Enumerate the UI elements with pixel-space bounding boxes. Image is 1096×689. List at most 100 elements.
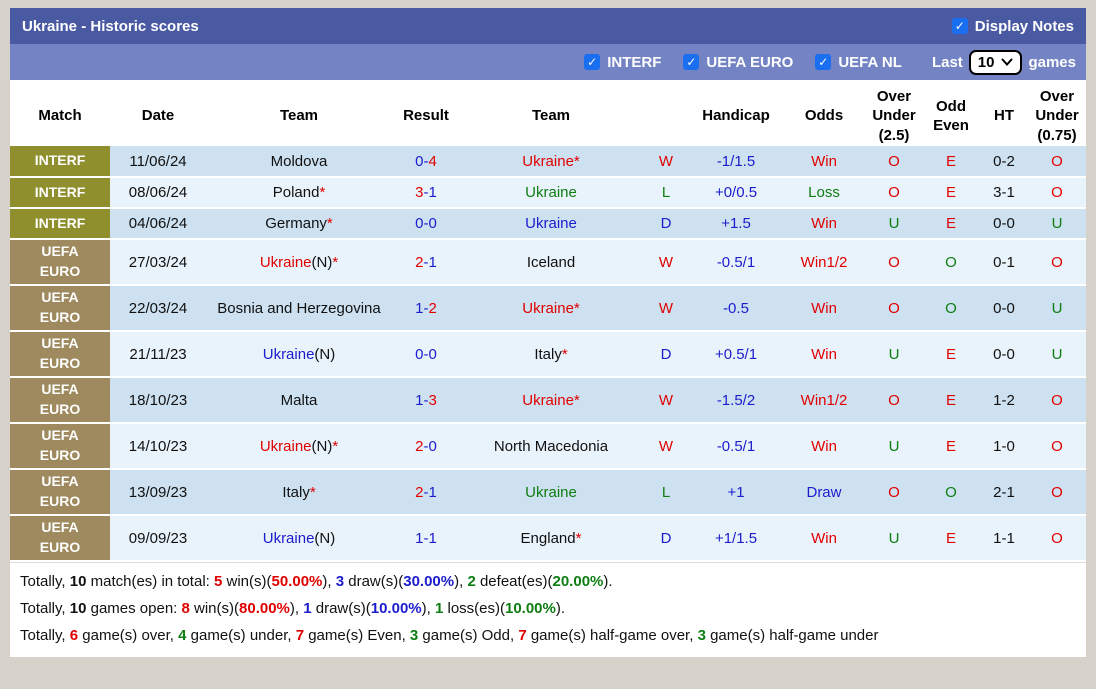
filter-checkbox-uefa-nl[interactable]: ✓ UEFA NL — [815, 54, 902, 71]
odd-even-cell: E — [922, 177, 980, 209]
handicap-cell: -0.5 — [690, 285, 782, 332]
result-cell: 2-1 — [392, 239, 460, 286]
summary-line-2: Totally, 10 games open: 8 win(s)(80.00%)… — [20, 600, 566, 617]
column-header-ht: HT — [980, 86, 1028, 146]
date-cell: 11/06/24 — [110, 146, 206, 178]
date-cell: 08/06/24 — [110, 177, 206, 209]
column-header-match: Match — [10, 86, 110, 146]
match-league-cell: INTERF — [10, 208, 110, 240]
odds-cell: Win — [782, 423, 866, 470]
result-cell: 1-1 — [392, 515, 460, 562]
away-team-cell: Ukraine* — [460, 146, 642, 178]
handicap-cell: -0.5/1 — [690, 423, 782, 470]
over-under-2.5-cell: U — [866, 515, 922, 562]
over-under-0.75-cell: O — [1028, 146, 1086, 178]
games-label: games — [1028, 53, 1076, 71]
filter-checkbox-interf[interactable]: ✓ INTERF — [584, 54, 661, 71]
over-under-0.75-cell: O — [1028, 469, 1086, 516]
display-notes-label: Display Notes — [974, 17, 1074, 35]
ht-cell: 0-2 — [980, 146, 1028, 178]
date-cell: 04/06/24 — [110, 208, 206, 240]
result-cell: 1-2 — [392, 285, 460, 332]
home-team-cell: Bosnia and Herzegovina — [206, 285, 392, 332]
away-team-cell: Ukraine — [460, 177, 642, 209]
over-under-0.75-cell: O — [1028, 239, 1086, 286]
over-under-2.5-cell: O — [866, 285, 922, 332]
match-league-cell: UEFA EURO — [10, 239, 110, 286]
over-under-0.75-cell: U — [1028, 208, 1086, 240]
over-under-2.5-cell: O — [866, 469, 922, 516]
filter-checkbox-uefa-euro[interactable]: ✓ UEFA EURO — [683, 54, 793, 71]
away-team-cell: Ukraine* — [460, 285, 642, 332]
match-league-cell: UEFA EURO — [10, 469, 110, 516]
last-games-select[interactable]: 10 — [968, 49, 1023, 75]
ht-cell: 1-2 — [980, 377, 1028, 424]
home-team-cell: Moldova — [206, 146, 392, 178]
away-team-cell: Ukraine — [460, 469, 642, 516]
home-team-cell: Ukraine(N)* — [206, 423, 392, 470]
title-bar: Ukraine - Historic scores ✓ Display Note… — [10, 8, 1086, 44]
odds-cell: Win1/2 — [782, 239, 866, 286]
wld-cell: L — [642, 469, 690, 516]
table-row: UEFA EURO 18/10/23 Malta 1-3 Ukraine* W -1.5/2 W… — [10, 377, 1086, 424]
over-under-0.75-cell: O — [1028, 515, 1086, 562]
table-header-row: Match Date Team Result Team Handicap Odds Over … — [10, 86, 1086, 146]
column-header-team: Team — [206, 86, 392, 146]
checkbox-checked-icon[interactable]: ✓ — [815, 54, 832, 70]
over-under-0.75-cell: O — [1028, 177, 1086, 209]
ht-cell: 2-1 — [980, 469, 1028, 516]
over-under-2.5-cell: O — [866, 177, 922, 209]
ht-cell: 1-1 — [980, 515, 1028, 562]
league-filters: ✓ INTERF ✓ UEFA EURO ✓ UEFA NL — [584, 54, 902, 71]
ht-cell: 3-1 — [980, 177, 1028, 209]
table-area: Match Date Team Result Team Handicap Odds Over … — [10, 80, 1086, 657]
checkbox-checked-icon[interactable]: ✓ — [584, 54, 601, 70]
away-team-cell: Iceland — [460, 239, 642, 286]
handicap-cell: +1 — [690, 469, 782, 516]
result-cell: 3-1 — [392, 177, 460, 209]
handicap-cell: +1/1.5 — [690, 515, 782, 562]
wld-cell: W — [642, 377, 690, 424]
handicap-cell: +0/0.5 — [690, 177, 782, 209]
over-under-2.5-cell: U — [866, 208, 922, 240]
result-cell: 0-0 — [392, 331, 460, 378]
column-header-over-under-2.5-: Over Under (2.5) — [866, 86, 922, 146]
over-under-0.75-cell: U — [1028, 331, 1086, 378]
result-cell: 2-0 — [392, 423, 460, 470]
filter-label: UEFA NL — [838, 53, 902, 71]
ht-cell: 0-0 — [980, 208, 1028, 240]
odd-even-cell: O — [922, 285, 980, 332]
wld-cell: W — [642, 239, 690, 286]
column-header-odd-even: Odd Even — [922, 86, 980, 146]
column-header-over-under-0.75-: Over Under (0.75) — [1028, 86, 1086, 146]
checkbox-checked-icon[interactable]: ✓ — [683, 54, 700, 70]
match-league-cell: UEFA EURO — [10, 423, 110, 470]
result-cell: 0-0 — [392, 208, 460, 240]
display-notes-toggle[interactable]: ✓ Display Notes — [951, 17, 1074, 35]
odds-cell: Loss — [782, 177, 866, 209]
historic-scores-panel: Ukraine - Historic scores ✓ Display Note… — [10, 8, 1086, 657]
odd-even-cell: E — [922, 515, 980, 562]
summary-footer: Totally, 10 match(es) in total: 5 win(s)… — [10, 562, 1086, 657]
result-cell: 1-3 — [392, 377, 460, 424]
handicap-cell: +0.5/1 — [690, 331, 782, 378]
summary-line-1: Totally, 10 match(es) in total: 5 win(s)… — [20, 573, 613, 590]
odd-even-cell: E — [922, 331, 980, 378]
filter-label: UEFA EURO — [706, 53, 794, 71]
odd-even-cell: O — [922, 239, 980, 286]
result-cell: 2-1 — [392, 469, 460, 516]
date-cell: 18/10/23 — [110, 377, 206, 424]
odd-even-cell: E — [922, 208, 980, 240]
odds-cell: Win — [782, 146, 866, 178]
checkbox-checked-icon[interactable]: ✓ — [951, 18, 968, 34]
table-row: INTERF 04/06/24 Germany* 0-0 Ukraine D +1.5 Win… — [10, 208, 1086, 240]
over-under-0.75-cell: O — [1028, 377, 1086, 424]
over-under-2.5-cell: U — [866, 331, 922, 378]
table-row: UEFA EURO 09/09/23 Ukraine(N) 1-1 England* D +1… — [10, 515, 1086, 562]
table-row: UEFA EURO 14/10/23 Ukraine(N)* 2-0 North Mace… — [10, 423, 1086, 470]
handicap-cell: +1.5 — [690, 208, 782, 240]
ht-cell: 0-0 — [980, 285, 1028, 332]
odds-cell: Win — [782, 285, 866, 332]
odds-cell: Win — [782, 331, 866, 378]
result-cell: 0-4 — [392, 146, 460, 178]
